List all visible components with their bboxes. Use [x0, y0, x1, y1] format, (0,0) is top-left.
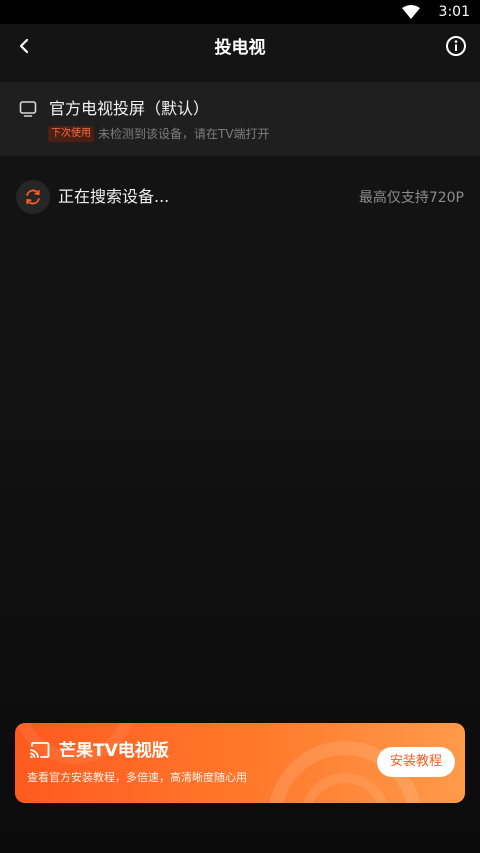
- page-title: 投电视: [214, 38, 266, 58]
- resolution-note: 最高仅支持720P: [358, 190, 464, 206]
- cast-icon: [29, 741, 51, 761]
- mango-tv-promo-banner[interactable]: 芒果TV电视版 查看官方安装教程，多倍速，高清晰度随心用 安装教程: [15, 723, 465, 803]
- info-icon: [445, 35, 467, 61]
- search-status: 正在搜索设备...: [58, 187, 170, 206]
- default-device-row[interactable]: 官方电视投屏（默认） 下次使用 未检测到该设备，请在TV端打开: [0, 82, 480, 156]
- status-time: 3:01: [438, 4, 470, 20]
- header-bar: 投电视: [0, 24, 480, 72]
- install-tutorial-button[interactable]: 安装教程: [377, 747, 455, 777]
- next-use-badge: 下次使用: [48, 126, 94, 142]
- promo-title: 芒果TV电视版: [59, 741, 169, 761]
- device-hint: 未检测到该设备，请在TV端打开: [98, 127, 270, 141]
- promo-subtitle: 查看官方安装教程，多倍速，高清晰度随心用: [27, 771, 247, 784]
- device-name: 官方电视投屏（默认）: [49, 99, 210, 118]
- refresh-icon: [16, 180, 50, 214]
- device-search-row: 正在搜索设备... 最高仅支持720P: [0, 174, 480, 220]
- status-bar: 3:01: [0, 0, 480, 24]
- tv-icon: [18, 99, 38, 119]
- info-button[interactable]: [444, 36, 468, 60]
- cast-to-tv-screen: 3:01 投电视 官方电视投屏（默认） 下次使用 未检测到该设备，请在TV端打开…: [0, 0, 480, 853]
